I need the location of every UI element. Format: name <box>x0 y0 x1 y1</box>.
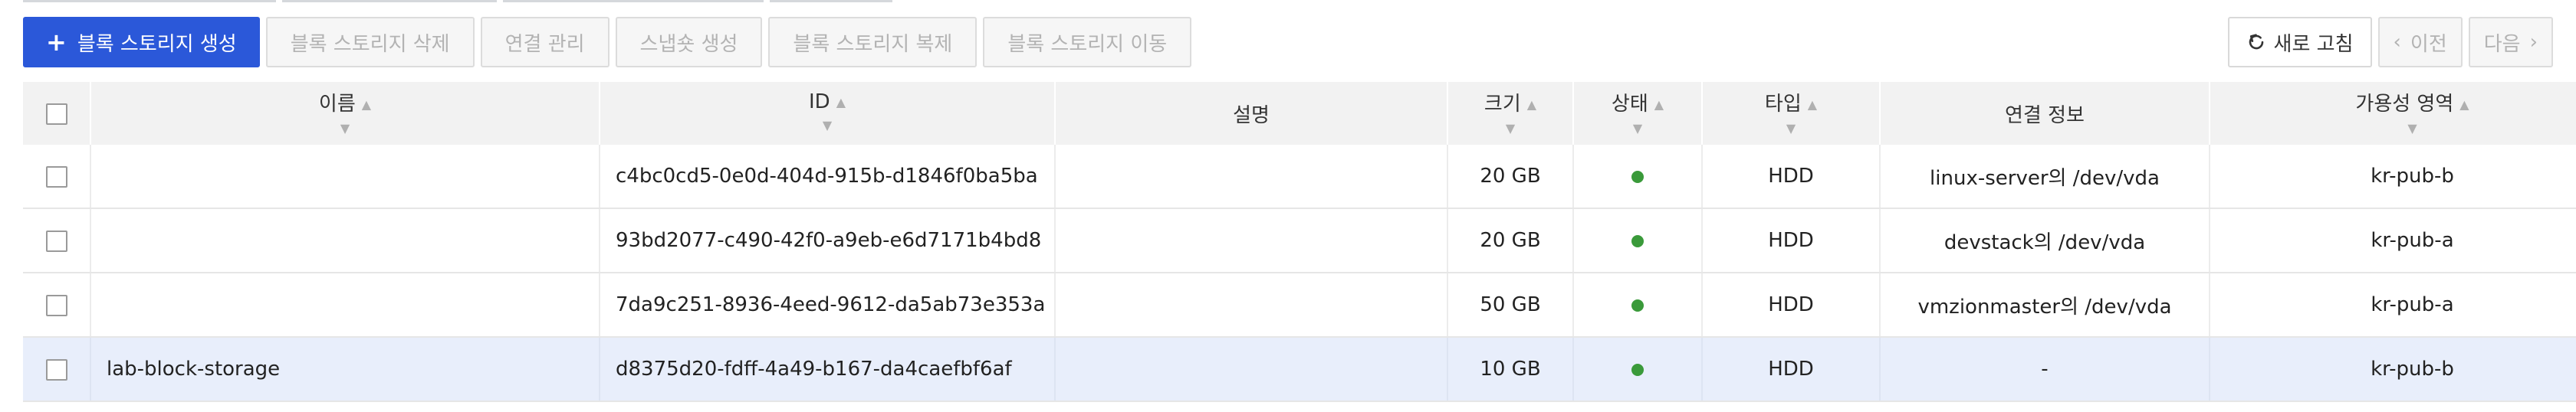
table-row[interactable]: 93bd2077-c490-42f0-a9eb-e6d7171b4bd8 20 … <box>23 208 2576 273</box>
table-row[interactable]: 7da9c251-8936-4eed-9612-da5ab73e353a 50 … <box>23 273 2576 338</box>
row-select-cell <box>23 273 91 338</box>
next-page-button[interactable]: 다음 › <box>2468 17 2553 67</box>
prev-page-button[interactable]: ‹ 이전 <box>2377 17 2463 67</box>
row-checkbox[interactable] <box>45 294 67 316</box>
chevron-left-icon: ‹ <box>2393 31 2401 54</box>
column-header-connection: 연결 정보 <box>1880 82 2210 145</box>
select-all-cell <box>23 82 91 145</box>
description-cell <box>1055 337 1448 402</box>
table-row[interactable]: c4bc0cd5-0e0d-404d-915b-d1846f0ba5ba 20 … <box>23 145 2576 209</box>
row-checkbox[interactable] <box>45 230 67 252</box>
status-dot-icon <box>1631 299 1644 312</box>
id-cell: 7da9c251-8936-4eed-9612-da5ab73e353a <box>600 273 1056 338</box>
plus-icon: + <box>46 28 67 57</box>
id-cell: d8375d20-fdff-4a49-b167-da4caefbf6af <box>600 337 1056 402</box>
zone-cell: kr-pub-a <box>2210 208 2576 273</box>
connection-manage-button[interactable]: 연결 관리 <box>480 17 610 67</box>
status-dot-icon <box>1631 234 1644 247</box>
row-select-cell <box>23 145 91 209</box>
move-block-storage-button[interactable]: 블록 스토리지 이동 <box>983 17 1192 67</box>
name-cell <box>90 273 600 338</box>
status-dot-icon <box>1631 170 1644 183</box>
connection-cell: - <box>1880 337 2210 402</box>
tab-indicator <box>503 0 764 2</box>
column-header-size[interactable]: 크기 ▲ ▼ <box>1447 82 1574 145</box>
create-block-storage-label: 블록 스토리지 생성 <box>77 32 237 56</box>
column-header-name-label: 이름 <box>318 92 356 116</box>
next-page-label: 다음 <box>2483 32 2521 56</box>
status-cell <box>1573 337 1703 402</box>
chevron-right-icon: › <box>2529 31 2538 54</box>
column-header-connection-label: 연결 정보 <box>2005 103 2085 127</box>
id-cell: 93bd2077-c490-42f0-a9eb-e6d7171b4bd8 <box>600 208 1056 273</box>
column-header-name[interactable]: 이름 ▲ ▼ <box>90 82 600 145</box>
table-header-row: 이름 ▲ ▼ ID ▲ ▼ 설명 크기 ▲ ▼ 상태 ▲ ▼ 타입 ▲ ▼ 연결 정보 가용성 영역… <box>23 82 2576 145</box>
column-header-type-label: 타입 <box>1764 92 1802 116</box>
prev-page-label: 이전 <box>2410 32 2447 56</box>
type-cell: HDD <box>1702 273 1881 338</box>
move-block-storage-label: 블록 스토리지 이동 <box>1007 32 1168 56</box>
toolbar: + 블록 스토리지 생성 블록 스토리지 삭제 연결 관리 스냅숏 생성 블록 … <box>23 17 2553 67</box>
delete-block-storage-label: 블록 스토리지 삭제 <box>290 32 450 56</box>
column-header-id-label: ID <box>808 90 830 113</box>
top-tabs-stub <box>23 0 892 3</box>
row-checkbox[interactable] <box>45 358 67 381</box>
column-header-status[interactable]: 상태 ▲ ▼ <box>1573 82 1703 145</box>
column-header-status-label: 상태 <box>1611 92 1648 116</box>
size-cell: 20 GB <box>1447 208 1574 273</box>
status-dot-icon <box>1631 363 1644 376</box>
name-cell: lab-block-storage <box>90 337 600 402</box>
type-cell: HDD <box>1702 145 1881 209</box>
table-row-selected[interactable]: lab-block-storage d8375d20-fdff-4a49-b16… <box>23 337 2576 402</box>
create-snapshot-button[interactable]: 스냅숏 생성 <box>615 17 763 67</box>
select-all-checkbox[interactable] <box>45 103 67 125</box>
create-snapshot-label: 스냅숏 생성 <box>639 32 738 56</box>
column-header-zone-label: 가용성 영역 <box>2355 92 2454 116</box>
row-checkbox[interactable] <box>45 165 67 188</box>
create-block-storage-button[interactable]: + 블록 스토리지 생성 <box>23 17 260 67</box>
column-header-description: 설명 <box>1055 82 1448 145</box>
column-header-id[interactable]: ID ▲ ▼ <box>600 82 1056 145</box>
status-cell <box>1573 273 1703 338</box>
column-header-description-label: 설명 <box>1233 103 1270 127</box>
row-select-cell <box>23 337 91 402</box>
status-cell <box>1573 208 1703 273</box>
size-cell: 20 GB <box>1447 145 1574 209</box>
connection-manage-label: 연결 관리 <box>504 32 585 56</box>
column-header-zone[interactable]: 가용성 영역 ▲ ▼ <box>2210 82 2576 145</box>
zone-cell: kr-pub-a <box>2210 273 2576 338</box>
connection-cell: vmzionmaster의 /dev/vda <box>1880 273 2210 338</box>
column-header-type[interactable]: 타입 ▲ ▼ <box>1702 82 1881 145</box>
clone-block-storage-label: 블록 스토리지 복제 <box>793 32 953 56</box>
tab-indicator <box>770 0 892 2</box>
tab-indicator <box>282 0 497 2</box>
description-cell <box>1055 145 1448 209</box>
id-cell: c4bc0cd5-0e0d-404d-915b-d1846f0ba5ba <box>600 145 1056 209</box>
refresh-button[interactable]: 새로 고침 <box>2227 17 2372 67</box>
zone-cell: kr-pub-b <box>2210 337 2576 402</box>
tab-indicator <box>23 0 276 2</box>
name-cell <box>90 145 600 209</box>
toolbar-nav: 새로 고침 ‹ 이전 다음 › <box>2227 17 2553 67</box>
clone-block-storage-button[interactable]: 블록 스토리지 복제 <box>768 17 978 67</box>
status-cell <box>1573 145 1703 209</box>
connection-cell: linux-server의 /dev/vda <box>1880 145 2210 209</box>
connection-cell: devstack의 /dev/vda <box>1880 208 2210 273</box>
description-cell <box>1055 208 1448 273</box>
refresh-label: 새로 고침 <box>2273 32 2354 56</box>
name-cell <box>90 208 600 273</box>
zone-cell: kr-pub-b <box>2210 145 2576 209</box>
row-select-cell <box>23 208 91 273</box>
toolbar-actions: + 블록 스토리지 생성 블록 스토리지 삭제 연결 관리 스냅숏 생성 블록 … <box>23 17 1192 67</box>
block-storage-table: 이름 ▲ ▼ ID ▲ ▼ 설명 크기 ▲ ▼ 상태 ▲ ▼ 타입 ▲ ▼ 연결 정보 가용성 영역… <box>23 82 2576 402</box>
size-cell: 50 GB <box>1447 273 1574 338</box>
type-cell: HDD <box>1702 208 1881 273</box>
column-header-size-label: 크기 <box>1484 92 1521 116</box>
type-cell: HDD <box>1702 337 1881 402</box>
refresh-icon <box>2246 32 2266 52</box>
size-cell: 10 GB <box>1447 337 1574 402</box>
delete-block-storage-button[interactable]: 블록 스토리지 삭제 <box>265 17 475 67</box>
description-cell <box>1055 273 1448 338</box>
